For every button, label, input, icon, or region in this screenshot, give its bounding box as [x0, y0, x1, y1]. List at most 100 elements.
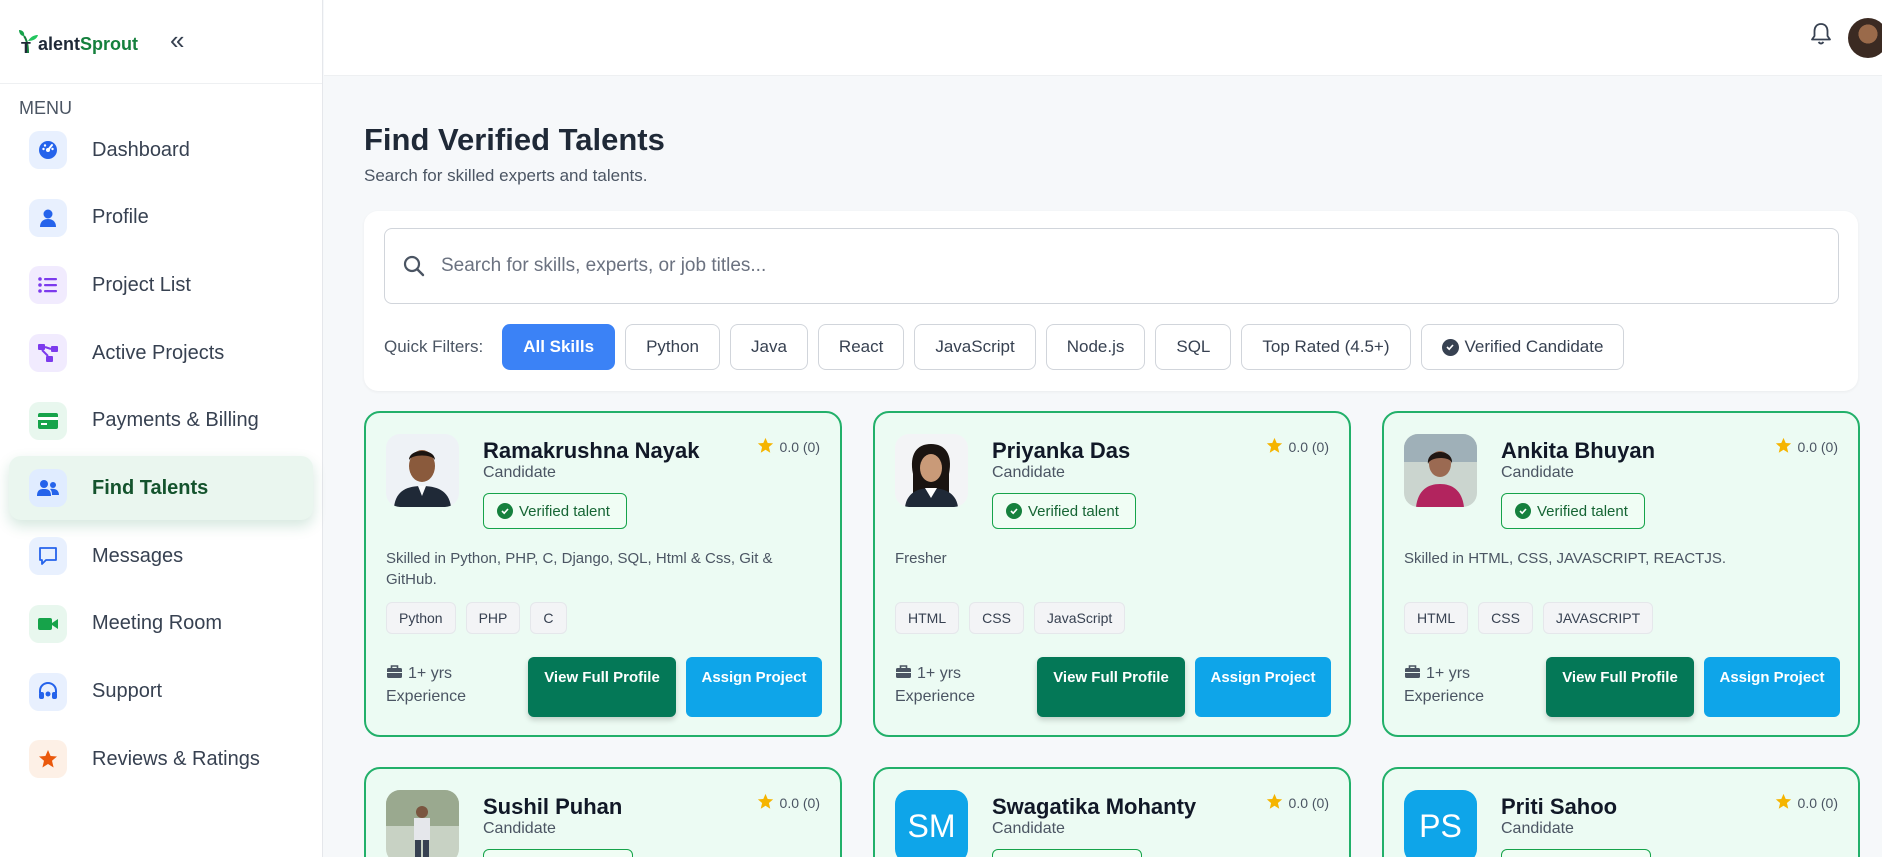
sidebar-item-project-list[interactable]: Project List: [9, 253, 313, 317]
sidebar-item-label: Reviews & Ratings: [92, 747, 260, 770]
search-panel: Quick Filters: All Skills Python Java React…: [364, 211, 1858, 391]
rating-value: 0.0 (0): [1288, 795, 1329, 811]
sidebar-item-label: Dashboard: [92, 138, 190, 161]
star-icon: [1775, 793, 1792, 813]
user-icon: [29, 198, 67, 237]
dashboard-icon: [29, 131, 67, 169]
briefcase-icon: [895, 664, 912, 686]
experience-label: Experience: [1404, 688, 1485, 705]
logo-text-talent: alent: [38, 33, 81, 54]
message-icon: [29, 537, 67, 576]
filter-chip-label: Top Rated (4.5+): [1262, 337, 1390, 356]
rating: 0.0 (0): [757, 437, 820, 457]
sidebar-item-messages[interactable]: Messages: [9, 524, 313, 588]
talent-card: SM Swagatika Mohanty Candidate 0.0 (0): [873, 767, 1351, 857]
user-avatar[interactable]: [1848, 18, 1882, 58]
verified-label: Verified talent: [1537, 502, 1628, 520]
sidebar-item-active-projects[interactable]: Active Projects: [9, 321, 313, 385]
rating: 0.0 (0): [1775, 793, 1838, 813]
star-icon: [1266, 793, 1283, 813]
talent-card: Ramakrushna Nayak Candidate 0.0 (0) Veri…: [364, 411, 842, 737]
search-icon: [403, 255, 425, 277]
filter-chip-label: Java: [751, 337, 787, 356]
rating: 0.0 (0): [1266, 437, 1329, 457]
experience-label: Experience: [386, 688, 467, 705]
experience-label: Experience: [895, 688, 976, 705]
filter-chip-react[interactable]: React: [817, 324, 905, 370]
talent-card: PS Priti Sahoo Candidate 0.0 (0): [1382, 767, 1860, 857]
talent-role: Candidate: [1501, 820, 1574, 837]
skill-tag: HTML: [895, 602, 960, 634]
talentsprout-logo[interactable]: T alent Sprout: [18, 29, 138, 55]
sidebar-item-reviews-ratings[interactable]: Reviews & Ratings: [9, 727, 313, 791]
talent-card: Ankita Bhuyan Candidate 0.0 (0) Verified…: [1382, 411, 1860, 737]
skill-tag: CSS: [1478, 602, 1533, 634]
filter-chip-sql[interactable]: SQL: [1155, 324, 1232, 370]
sidebar-item-label: Meeting Room: [92, 612, 223, 635]
skill-tag: JAVASCRIPT: [1542, 602, 1654, 634]
talent-role: Candidate: [483, 820, 556, 837]
sidebar-item-profile[interactable]: Profile: [9, 186, 313, 250]
check-circle-icon: [1441, 338, 1459, 356]
page-subtitle: Search for skilled experts and talents.: [364, 166, 648, 185]
experience-years: 1+ yrs: [408, 665, 453, 682]
rating-value: 0.0 (0): [1288, 439, 1329, 455]
avatar: [386, 434, 459, 507]
filter-chip-all-skills[interactable]: All Skills: [502, 324, 616, 370]
check-circle-icon: [1006, 503, 1022, 519]
briefcase-icon: [386, 664, 403, 686]
star-icon: [1266, 437, 1283, 457]
avatar: PS: [1404, 790, 1477, 857]
skill-tag: HTML: [1404, 602, 1469, 634]
sidebar-item-label: Payments & Billing: [92, 409, 259, 432]
sidebar-nav: Dashboard Profile Project List Active Pr…: [0, 118, 322, 791]
assign-project-button[interactable]: Assign Project: [1704, 657, 1840, 717]
star-icon: [757, 437, 774, 457]
quick-filters: Quick Filters: All Skills Python Java React…: [384, 324, 1634, 370]
sidebar-item-label: Support: [92, 680, 163, 702]
talent-name: Sushil Puhan: [483, 794, 623, 819]
view-full-profile-button[interactable]: View Full Profile: [1037, 657, 1185, 717]
filter-chip-javascript[interactable]: JavaScript: [914, 324, 1036, 370]
experience-years: 1+ yrs: [1426, 665, 1471, 682]
menu-title: MENU: [19, 98, 72, 118]
filter-chip-python[interactable]: Python: [625, 324, 720, 370]
view-full-profile-button[interactable]: View Full Profile: [528, 657, 676, 717]
verified-badge: Verified talent: [992, 493, 1136, 529]
collapse-sidebar-icon[interactable]: «: [170, 27, 184, 53]
filter-chip-top-rated-4-5[interactable]: Top Rated (4.5+): [1241, 324, 1411, 370]
talent-role: Candidate: [992, 464, 1065, 481]
filter-chip-label: Node.js: [1066, 337, 1125, 356]
check-circle-icon: [497, 503, 513, 519]
talent-name: Priti Sahoo: [1501, 794, 1618, 819]
sidebar-item-meeting-room[interactable]: Meeting Room: [9, 592, 313, 656]
check-circle-icon: [1515, 503, 1531, 519]
assign-project-button[interactable]: Assign Project: [686, 657, 822, 717]
experience: 1+ yrs Experience: [1404, 663, 1484, 708]
talent-name: Ankita Bhuyan: [1501, 438, 1656, 463]
sidebar-item-support[interactable]: Support: [9, 660, 313, 724]
sidebar-item-label: Find Talents: [92, 476, 209, 499]
view-full-profile-button[interactable]: View Full Profile: [1546, 657, 1694, 717]
quick-filters-label: Quick Filters:: [384, 337, 484, 356]
search-input[interactable]: [441, 255, 1741, 277]
skill-tags: HTML CSS JavaScript: [895, 602, 1135, 634]
search-box[interactable]: [384, 228, 1839, 304]
filter-chip-node-js[interactable]: Node.js: [1045, 324, 1146, 370]
sidebar-item-label: Active Projects: [92, 341, 225, 364]
rating-value: 0.0 (0): [779, 795, 820, 811]
sidebar-item-payments-billing[interactable]: Payments & Billing: [9, 389, 313, 453]
sidebar-item-find-talents[interactable]: Find Talents: [9, 456, 313, 521]
assign-project-button[interactable]: Assign Project: [1195, 657, 1331, 717]
rating-value: 0.0 (0): [779, 439, 820, 455]
verified-badge: Verified talent: [483, 493, 627, 529]
verified-badge-partial: [483, 849, 633, 857]
filter-chip-verified-candidate[interactable]: Verified Candidate: [1420, 324, 1625, 370]
notification-bell-icon[interactable]: [1810, 22, 1832, 46]
talent-description: Skilled in HTML, CSS, JAVASCRIPT, REACTJ…: [1404, 550, 1727, 567]
sidebar-item-dashboard[interactable]: Dashboard: [9, 118, 313, 182]
filter-chip-java[interactable]: Java: [730, 324, 808, 370]
verified-badge: Verified talent: [1501, 493, 1645, 529]
rating-value: 0.0 (0): [1797, 795, 1838, 811]
skill-tag: JavaScript: [1033, 602, 1126, 634]
